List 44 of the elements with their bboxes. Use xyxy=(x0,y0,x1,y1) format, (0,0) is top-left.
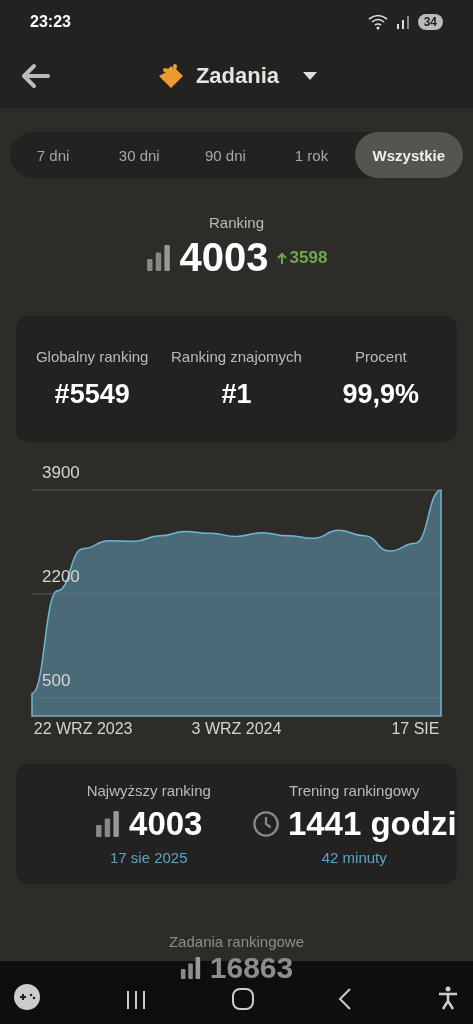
bars-icon xyxy=(145,244,172,271)
gamepad-icon[interactable] xyxy=(14,984,40,1010)
stat-label: Procent xyxy=(354,348,407,365)
axis-label: 22 WRZ 2023 xyxy=(33,720,133,737)
home-icon[interactable] xyxy=(231,988,254,1010)
signal-icon xyxy=(395,15,410,29)
period-tab[interactable]: Wszystkie xyxy=(354,132,463,178)
stat-value: 99,9% xyxy=(342,379,420,410)
axis-label: 17 SIE xyxy=(391,720,440,737)
summary-subtext: 42 minuty xyxy=(321,849,387,866)
stat-value: #5549 xyxy=(54,379,130,410)
dropdown-caret-icon[interactable] xyxy=(303,72,318,80)
stat-label: Ranking znajomych xyxy=(171,348,302,365)
accessibility-icon[interactable] xyxy=(437,986,459,1010)
ranking-label: Ranking xyxy=(208,214,264,231)
ranking-value: 4003 xyxy=(179,235,269,280)
summary-value: 4003 xyxy=(129,805,203,843)
bars-icon xyxy=(95,811,122,837)
bars-icon xyxy=(179,956,202,979)
section-value: 16863 xyxy=(209,952,294,983)
summary-value: 1441 godzi xyxy=(287,805,457,843)
period-tab[interactable]: 1 rok xyxy=(268,132,355,178)
back-arrow-icon[interactable] xyxy=(20,63,50,89)
summary-subtext: 17 sie 2025 xyxy=(109,849,188,866)
clock-icon xyxy=(251,810,280,838)
stat-value: #1 xyxy=(221,379,252,410)
page-title: Zadania xyxy=(195,63,280,89)
wifi-icon xyxy=(367,14,388,30)
summary-label: Najwyższy ranking xyxy=(86,782,211,799)
summary-label: Trening rankingowy xyxy=(289,782,420,799)
period-tab[interactable]: 90 dni xyxy=(182,132,269,178)
battery-indicator: 34 xyxy=(417,14,443,30)
up-arrow-icon xyxy=(276,251,287,264)
change-number: 3598 xyxy=(289,247,328,268)
stat-label: Globalny ranking xyxy=(35,348,149,365)
section-label: Zadania rankingowe xyxy=(168,934,305,951)
period-tab[interactable]: 7 dni xyxy=(10,132,97,178)
axis-label: 3900 xyxy=(42,463,80,482)
recent-apps-icon[interactable] xyxy=(124,990,147,1010)
axis-label: 500 xyxy=(42,670,71,690)
back-icon[interactable] xyxy=(338,988,353,1010)
period-tab[interactable]: 30 dni xyxy=(96,132,183,178)
axis-label: 3 WRZ 2024 xyxy=(191,720,282,737)
status-time: 23:23 xyxy=(30,13,71,31)
